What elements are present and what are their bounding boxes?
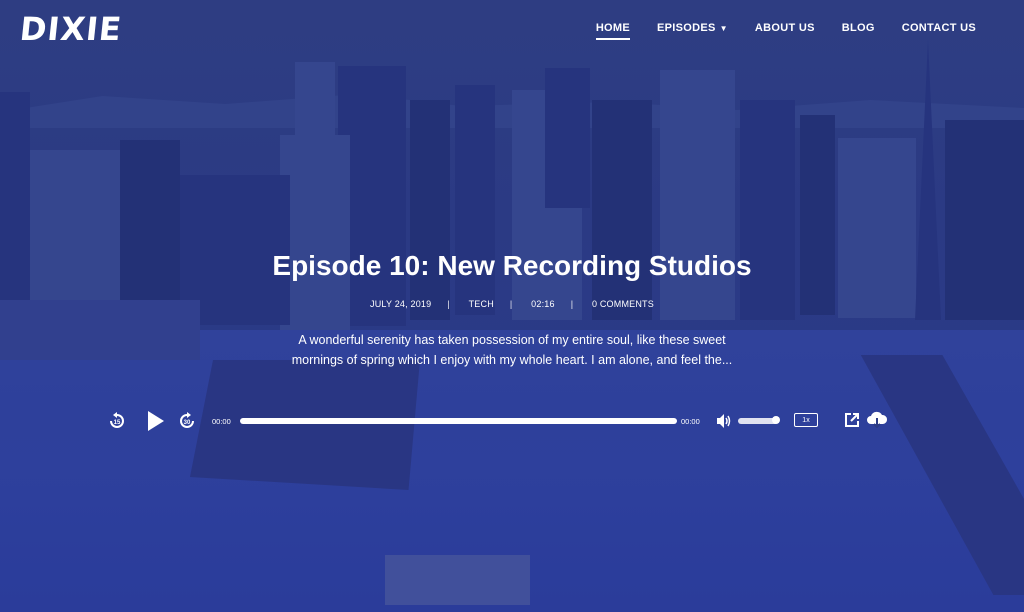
volume-handle[interactable] — [772, 416, 780, 424]
share-icon — [845, 413, 859, 427]
episode-excerpt: A wonderful serenity has taken possessio… — [291, 333, 733, 367]
nav-home-label: HOME — [595, 22, 631, 34]
speed-button[interactable]: 1x — [794, 413, 818, 427]
nav-blog-label: BLOG — [841, 22, 875, 34]
nav-episodes-label: EPISODES — [657, 22, 716, 34]
volume-icon — [717, 414, 731, 428]
svg-text:15: 15 — [114, 420, 121, 426]
nav-episodes[interactable]: EPISODES ▼ — [657, 22, 728, 40]
current-time: 00:00 — [212, 417, 231, 426]
episode-category[interactable]: TECH — [469, 299, 494, 309]
download-icon — [867, 411, 888, 429]
nav-contact-us[interactable]: CONTACT US — [902, 22, 976, 40]
progress-bar[interactable] — [240, 418, 677, 424]
audio-player: 15 30 00:00 00:00 1x — [108, 408, 898, 434]
rewind-icon: 15 — [110, 412, 124, 428]
main-navigation: HOME EPISODES ▼ ABOUT US BLOG CONTACT US — [595, 22, 976, 40]
rewind-button[interactable]: 15 — [108, 412, 126, 435]
nav-home[interactable]: HOME — [595, 22, 631, 40]
episode-duration: 02:16 — [531, 299, 555, 309]
nav-about-label: ABOUT US — [754, 22, 815, 34]
forward-icon: 30 — [180, 412, 194, 428]
chevron-down-icon: ▼ — [719, 23, 728, 33]
meta-separator: | — [447, 299, 450, 309]
episode-comments[interactable]: 0 COMMENTS — [592, 299, 654, 309]
play-icon — [148, 411, 164, 431]
episode-date: JULY 24, 2019 — [370, 299, 432, 309]
nav-blog[interactable]: BLOG — [842, 22, 875, 40]
svg-text:30: 30 — [184, 420, 191, 426]
meta-separator: | — [570, 299, 574, 309]
nav-about-us[interactable]: ABOUT US — [755, 22, 815, 40]
episode-meta: JULY 24, 2019 | TECH | 02:16 | 0 COMMENTS — [0, 299, 1024, 309]
mute-button[interactable] — [716, 413, 732, 434]
meta-separator: | — [509, 299, 513, 309]
nav-contact-label: CONTACT US — [901, 22, 976, 34]
share-button[interactable] — [844, 412, 860, 433]
play-button[interactable] — [146, 409, 166, 438]
forward-button[interactable]: 30 — [178, 412, 196, 435]
episode-title[interactable]: Episode 10: New Recording Studios — [0, 250, 1024, 282]
download-button[interactable] — [866, 410, 888, 435]
site-logo[interactable]: DIXIE — [18, 10, 124, 48]
total-time: 00:00 — [681, 417, 700, 426]
